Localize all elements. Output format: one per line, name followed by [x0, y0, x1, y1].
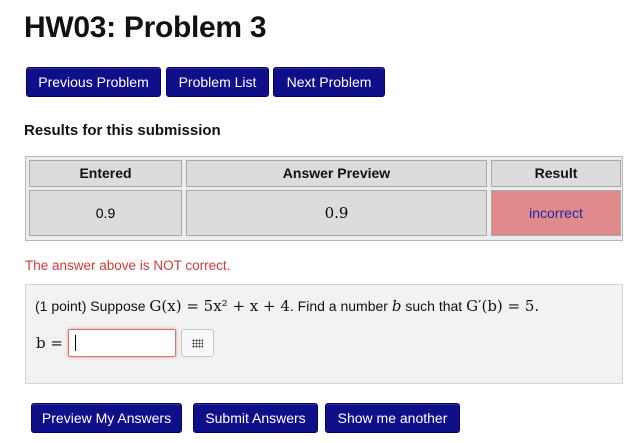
- problem-condition: G′(b) = 5: [466, 297, 535, 315]
- answer-preview-value: 0.9: [186, 190, 487, 236]
- grid-icon: [192, 338, 203, 348]
- problem-points: (1 point): [35, 298, 87, 314]
- problem-text-such-that: such that: [405, 298, 463, 314]
- results-table: Entered Answer Preview Result 0.9 0.9 in…: [25, 156, 623, 241]
- preview-answers-button[interactable]: Preview My Answers: [31, 403, 182, 433]
- column-header-entered: Entered: [29, 160, 182, 187]
- problem-text-find: . Find a number: [289, 298, 388, 314]
- previous-problem-button[interactable]: Previous Problem: [26, 67, 161, 97]
- results-heading: Results for this submission: [24, 122, 221, 139]
- column-header-result: Result: [491, 160, 621, 187]
- entered-value: 0.9: [29, 190, 182, 236]
- problem-equation: G(x) = 5x² + x + 4: [149, 297, 290, 315]
- problem-text: (1 point) Suppose G(x) = 5x² + x + 4. Fi…: [35, 296, 539, 316]
- feedback-message: The answer above is NOT correct.: [25, 258, 231, 273]
- equation-palette-button[interactable]: [181, 329, 214, 357]
- problem-page: HW03: Problem 3 Previous Problem Problem…: [0, 0, 644, 443]
- problem-text-suppose: Suppose: [90, 298, 146, 314]
- show-another-button[interactable]: Show me another: [325, 403, 460, 433]
- problem-period: .: [534, 297, 540, 315]
- page-title: HW03: Problem 3: [24, 11, 267, 44]
- result-status: incorrect: [491, 190, 621, 236]
- problem-variable: b: [391, 297, 402, 315]
- problem-statement-box: (1 point) Suppose G(x) = 5x² + x + 4. Fi…: [25, 284, 623, 384]
- problem-list-button[interactable]: Problem List: [166, 67, 269, 97]
- next-problem-button[interactable]: Next Problem: [273, 67, 385, 97]
- answer-input[interactable]: [68, 329, 176, 357]
- text-cursor: [75, 335, 76, 351]
- answer-label: b =: [36, 334, 63, 352]
- submit-answers-button[interactable]: Submit Answers: [193, 403, 318, 433]
- column-header-answer-preview: Answer Preview: [186, 160, 487, 187]
